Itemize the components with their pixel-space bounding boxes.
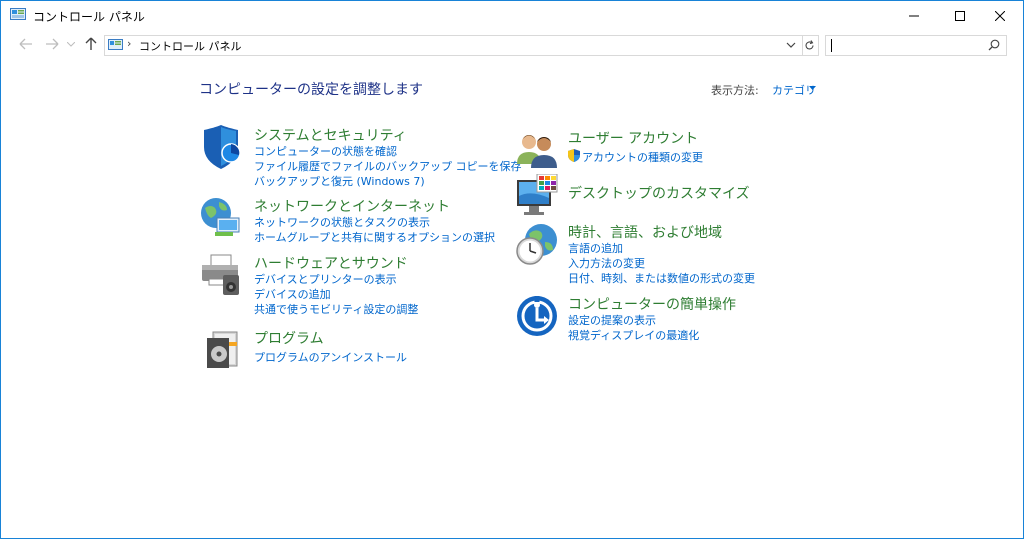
programs-disc-icon [207, 331, 238, 368]
view-by-label: 表示方法: [711, 84, 759, 97]
link-suggested-settings[interactable]: 設定の提案の表示 [568, 312, 656, 328]
category-title[interactable]: デスクトップのカスタマイズ [568, 183, 750, 203]
category-title[interactable]: システムとセキュリティ [254, 125, 407, 145]
link-optimize-display[interactable]: 視覚ディスプレイの最適化 [568, 327, 699, 343]
uac-shield-icon [568, 149, 580, 162]
search-input[interactable] [830, 37, 980, 53]
link-file-history-backup[interactable]: ファイル履歴でファイルのバックアップ コピーを保存 [254, 158, 522, 174]
forward-button[interactable] [42, 35, 62, 53]
link-change-input-method[interactable]: 入力方法の変更 [568, 255, 645, 271]
ease-of-access-icon [517, 296, 557, 336]
address-bar[interactable]: › コントロール パネル › [104, 35, 803, 56]
up-button[interactable] [81, 35, 101, 53]
text-caret [831, 39, 832, 52]
link-devices-printers[interactable]: デバイスとプリンターの表示 [254, 271, 397, 287]
link-check-status[interactable]: コンピューターの状態を確認 [254, 143, 397, 159]
link-backup-restore[interactable]: バックアップと復元 (Windows 7) [254, 173, 425, 189]
link-change-account-type[interactable]: アカウントの種類の変更 [582, 149, 703, 165]
category-title[interactable]: コンピューターの簡単操作 [568, 294, 736, 314]
maximize-icon [955, 10, 965, 21]
minimize-icon [909, 15, 919, 16]
refresh-button[interactable] [801, 35, 819, 56]
arrow-left-icon [19, 38, 32, 50]
link-add-language[interactable]: 言語の追加 [568, 240, 623, 256]
control-panel-icon [108, 39, 123, 50]
breadcrumb-chevron-icon[interactable]: › [224, 37, 228, 50]
link-mobility-settings[interactable]: 共通で使うモビリティ設定の調整 [254, 301, 418, 317]
network-globe-icon [201, 198, 240, 236]
chevron-down-icon [67, 41, 75, 47]
close-icon [995, 10, 1005, 21]
arrow-up-icon [85, 37, 97, 50]
users-icon [517, 135, 557, 168]
link-network-status[interactable]: ネットワークの状態とタスクの表示 [254, 214, 430, 230]
category-title[interactable]: ハードウェアとサウンド [254, 253, 408, 273]
navigation-bar: › コントロール パネル › [1, 30, 1023, 60]
printer-speaker-icon [202, 254, 239, 295]
category-title[interactable]: 時計、言語、および地域 [568, 222, 722, 242]
category-title[interactable]: ネットワークとインターネット [254, 196, 450, 216]
page-title: コンピューターの設定を調整します [199, 82, 423, 98]
clock-globe-icon [516, 224, 557, 265]
control-panel-window: コントロール パネル › コントロール パネル › コンピューターの設定を調整し… [0, 0, 1024, 539]
arrow-right-icon [46, 38, 59, 50]
link-add-device[interactable]: デバイスの追加 [254, 286, 331, 302]
search-box[interactable] [825, 35, 1007, 56]
category-title[interactable]: プログラム [254, 328, 324, 348]
category-title[interactable]: ユーザー アカウント [568, 128, 698, 148]
chevron-down-icon[interactable] [785, 39, 797, 51]
refresh-icon [805, 40, 814, 50]
view-by-dropdown[interactable]: カテゴリ [772, 82, 816, 98]
title-bar[interactable]: コントロール パネル [1, 1, 1023, 30]
link-uninstall-program[interactable]: プログラムのアンインストール [254, 349, 407, 365]
close-button[interactable] [977, 1, 1023, 30]
link-homegroup-options[interactable]: ホームグループと共有に関するオプションの選択 [254, 229, 495, 245]
back-button[interactable] [16, 35, 36, 53]
breadcrumb-chevron-icon[interactable]: › [127, 37, 131, 50]
chevron-down-icon[interactable] [809, 86, 816, 90]
minimize-button[interactable] [891, 1, 937, 30]
shield-icon [204, 125, 241, 169]
window-title: コントロール パネル [33, 10, 145, 24]
recent-locations-button[interactable] [65, 35, 77, 53]
monitor-palette-icon [517, 174, 558, 215]
search-icon[interactable] [988, 39, 1000, 51]
link-change-date-format[interactable]: 日付、時刻、または数値の形式の変更 [568, 270, 755, 286]
control-panel-icon [10, 8, 26, 20]
